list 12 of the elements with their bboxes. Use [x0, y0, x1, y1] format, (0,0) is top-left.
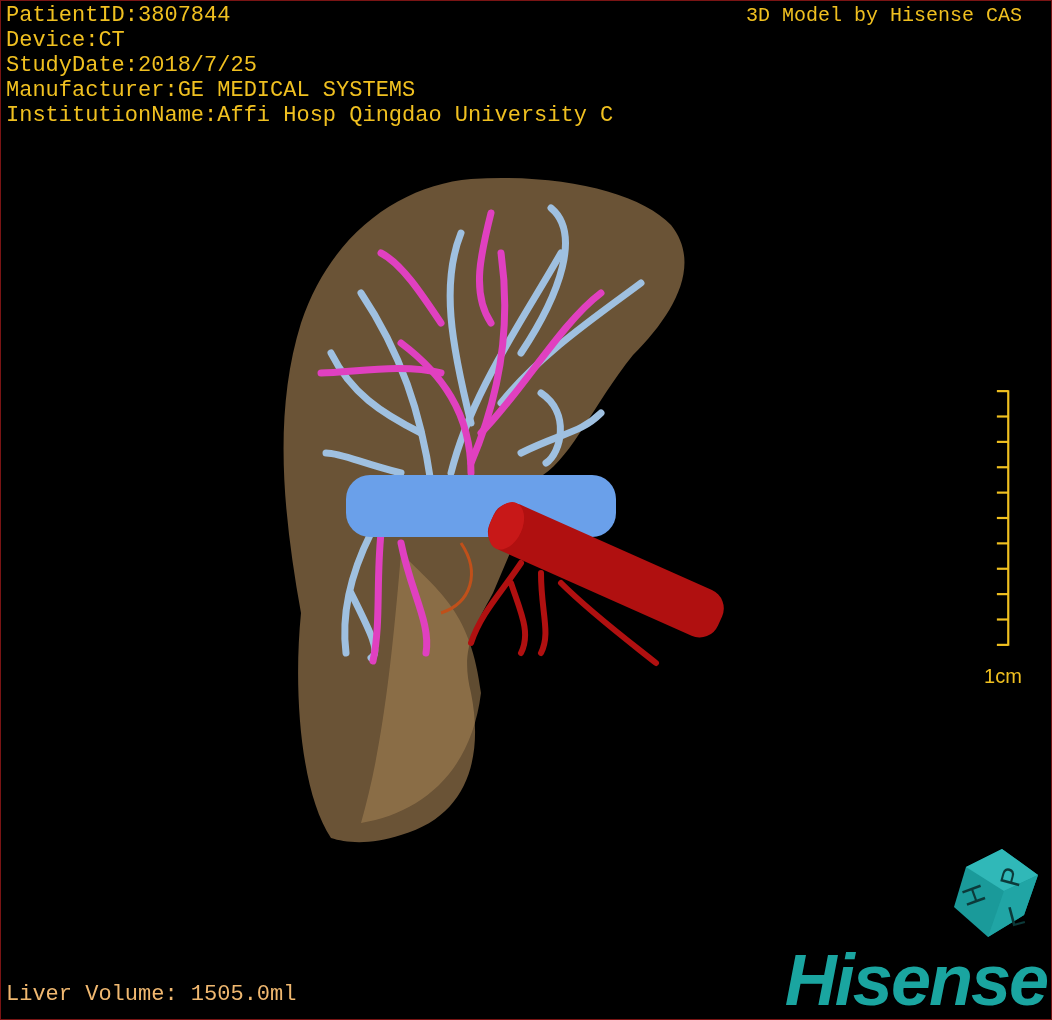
info-text: Manufacturer:GE MEDICAL SYSTEMS: [6, 78, 417, 103]
liver-volume-text: Liver Volume: 1505.0ml: [5, 981, 297, 1009]
cube-face-label: P: [994, 864, 1029, 891]
scale-label: 1cm: [984, 664, 1022, 688]
viewer-title: 3D Model by Hisense CAS: [745, 3, 1023, 29]
info-text: Device:CT: [6, 28, 126, 53]
cube-face-label: L: [1004, 898, 1028, 933]
info-text: StudyDate:2018/7/25: [6, 53, 258, 78]
brand-logo: Hisense: [784, 945, 1048, 1015]
info-text: PatientID:3807844: [6, 3, 232, 28]
cube-face-label: H: [955, 880, 992, 910]
info-text: InstitutionName:Affi Hosp Qingdao University C: [6, 103, 614, 128]
